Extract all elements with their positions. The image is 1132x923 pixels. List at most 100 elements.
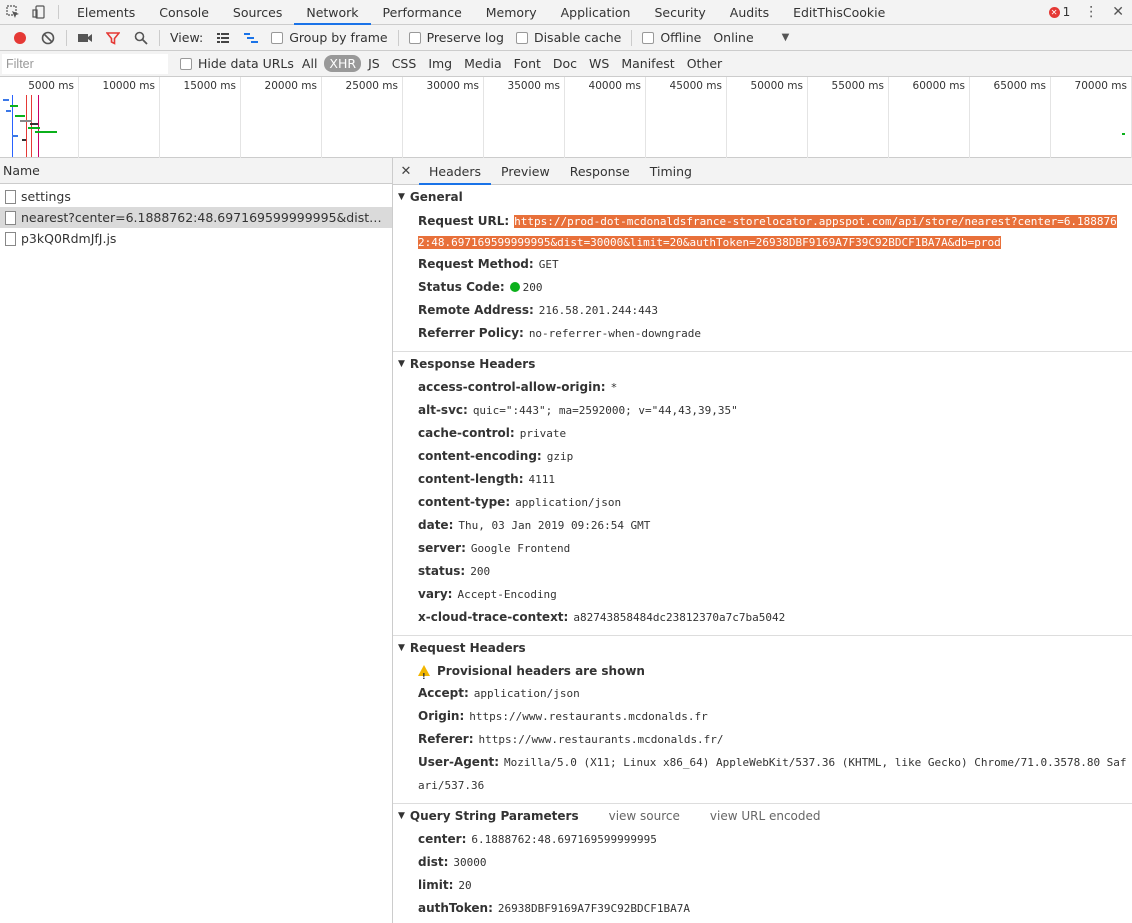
tab-editthiscookie[interactable]: EditThisCookie [781, 0, 897, 24]
request-url-value[interactable]: https://prod-dot-mcdonaldsfrance-storelo… [418, 215, 1117, 249]
filter-type-media[interactable]: Media [459, 55, 507, 72]
preserve-log-checkbox[interactable]: Preserve log [408, 30, 504, 45]
provisional-warning: Provisional headers are shown [393, 660, 1132, 688]
preserve-log-label: Preserve log [426, 30, 504, 45]
tab-security[interactable]: Security [642, 0, 717, 24]
detail-tab-response[interactable]: Response [560, 158, 640, 184]
filter-type-xhr[interactable]: XHR [324, 55, 362, 72]
request-method-value: GET [538, 258, 559, 271]
detail-tab-headers[interactable]: Headers [419, 158, 492, 185]
list-view-icon [217, 32, 230, 43]
tab-sources[interactable]: Sources [221, 0, 294, 24]
referrer-policy-row: Referrer Policy: no-referrer-when-downgra… [393, 322, 1132, 345]
overview-load-line [31, 95, 32, 157]
request-headers-header[interactable]: ▼ Request Headers [393, 636, 1132, 660]
query-param-value: 26938DBF9169A7F39C92BDCF1BA7A [497, 902, 690, 915]
checkbox-icon [515, 31, 528, 44]
tab-network[interactable]: Network [294, 0, 371, 25]
query-param-value: 6.1888762:48.697169599999995 [471, 833, 657, 846]
tab-performance[interactable]: Performance [371, 0, 474, 24]
detail-tab-bar: ✕ Headers Preview Response Timing [393, 158, 1132, 185]
filter-type-other[interactable]: Other [682, 55, 728, 72]
query-param-key: center: [418, 832, 467, 846]
request-row[interactable]: nearest?center=6.1888762:48.697169599999… [0, 207, 392, 228]
tab-audits[interactable]: Audits [718, 0, 781, 24]
name-column-header[interactable]: Name [0, 158, 392, 184]
tab-elements[interactable]: Elements [65, 0, 147, 24]
response-header-value: 200 [470, 565, 491, 578]
inspect-element-icon[interactable] [0, 0, 26, 24]
overview-bar [35, 131, 57, 133]
error-count-badge[interactable]: ✕ 1 [1048, 5, 1070, 19]
view-source-link[interactable]: view source [609, 809, 680, 823]
triangle-down-icon: ▼ [398, 192, 405, 202]
response-header-value: 4111 [528, 473, 556, 486]
request-url-row: Request URL: https://prod-dot-mcdonaldsfr… [393, 209, 1132, 253]
tab-memory[interactable]: Memory [474, 0, 549, 24]
file-icon [5, 189, 16, 204]
filter-type-doc[interactable]: Doc [548, 55, 582, 72]
search-button[interactable] [127, 25, 155, 51]
query-param-row: limit: 20 [393, 874, 1132, 897]
general-section-header[interactable]: ▼ General [393, 185, 1132, 209]
response-header-key: access-control-allow-origin: [418, 380, 606, 394]
close-devtools-icon[interactable]: ✕ [1112, 4, 1124, 20]
status-code-value: 200 [522, 281, 543, 294]
request-row[interactable]: settings [0, 186, 392, 207]
name-column-label: Name [3, 163, 40, 178]
large-rows-button[interactable] [209, 25, 237, 51]
tab-console[interactable]: Console [147, 0, 221, 24]
request-name: nearest?center=6.1888762:48.697169599999… [21, 210, 387, 225]
group-by-frame-checkbox[interactable]: Group by frame [271, 30, 388, 45]
request-name: p3kQ0RdmJfJ.js [21, 231, 117, 246]
provisional-text: Provisional headers are shown [437, 664, 645, 678]
filter-type-img[interactable]: Img [423, 55, 457, 72]
detail-tab-preview[interactable]: Preview [491, 158, 560, 184]
overview-bar [1122, 133, 1125, 135]
throttling-select[interactable]: Online ▼ [713, 30, 789, 45]
checkbox-icon [271, 31, 284, 44]
view-url-encoded-link[interactable]: view URL encoded [710, 809, 821, 823]
waterfall-overview-button[interactable] [237, 25, 265, 51]
more-options-icon[interactable]: ⋮ [1078, 4, 1104, 20]
response-header-row: content-length: 4111 [393, 468, 1132, 491]
close-details-icon[interactable]: ✕ [393, 158, 419, 184]
overview-bar [10, 105, 18, 107]
filter-toggle-button[interactable] [99, 25, 127, 51]
response-header-key: content-length: [418, 472, 524, 486]
filter-icon [106, 31, 120, 45]
response-headers-header[interactable]: ▼ Response Headers [393, 352, 1132, 376]
devtools-tab-bar: Elements Console Sources Network Performance… [0, 0, 1132, 25]
tab-application[interactable]: Application [549, 0, 643, 24]
request-header-row: User-Agent: Mozilla/5.0 (X11; Linux x86_6… [393, 751, 1132, 797]
filter-type-js[interactable]: JS [363, 55, 385, 72]
throttling-value: Online [713, 30, 754, 45]
triangle-down-icon: ▼ [398, 811, 405, 821]
request-header-row: Referer: https://www.restaurants.mcdonald… [393, 728, 1132, 751]
filter-type-css[interactable]: CSS [387, 55, 422, 72]
request-row[interactable]: p3kQ0RdmJfJ.js [0, 228, 392, 249]
network-overview[interactable]: 5000 ms 10000 ms 15000 ms 20000 ms 25000 ms 3… [0, 77, 1132, 158]
capture-screenshots-button[interactable] [71, 25, 99, 51]
response-header-row: server: Google Frontend [393, 537, 1132, 560]
request-headers-section: ▼ Request Headers Provisional headers are… [393, 636, 1132, 804]
response-header-key: content-encoding: [418, 449, 542, 463]
record-button[interactable] [6, 25, 34, 51]
filter-type-ws[interactable]: WS [584, 55, 614, 72]
divider [631, 29, 633, 46]
triangle-down-icon: ▼ [398, 643, 405, 653]
response-header-value: Thu, 03 Jan 2019 09:26:54 GMT [458, 519, 651, 532]
filter-input[interactable] [2, 53, 168, 74]
offline-checkbox[interactable]: Offline [642, 30, 701, 45]
filter-type-font[interactable]: Font [509, 55, 546, 72]
filter-type-all[interactable]: All [297, 55, 323, 72]
disable-cache-checkbox[interactable]: Disable cache [515, 30, 621, 45]
detail-tab-timing[interactable]: Timing [640, 158, 702, 184]
device-toolbar-icon[interactable] [26, 0, 52, 24]
response-header-key: content-type: [418, 495, 511, 509]
filter-type-manifest[interactable]: Manifest [616, 55, 679, 72]
query-params-header[interactable]: ▼ Query String Parameters view source view … [393, 804, 1132, 828]
hide-data-urls-checkbox[interactable]: Hide data URLs [180, 56, 294, 71]
response-header-value: * [610, 381, 618, 394]
clear-button[interactable] [34, 25, 62, 51]
